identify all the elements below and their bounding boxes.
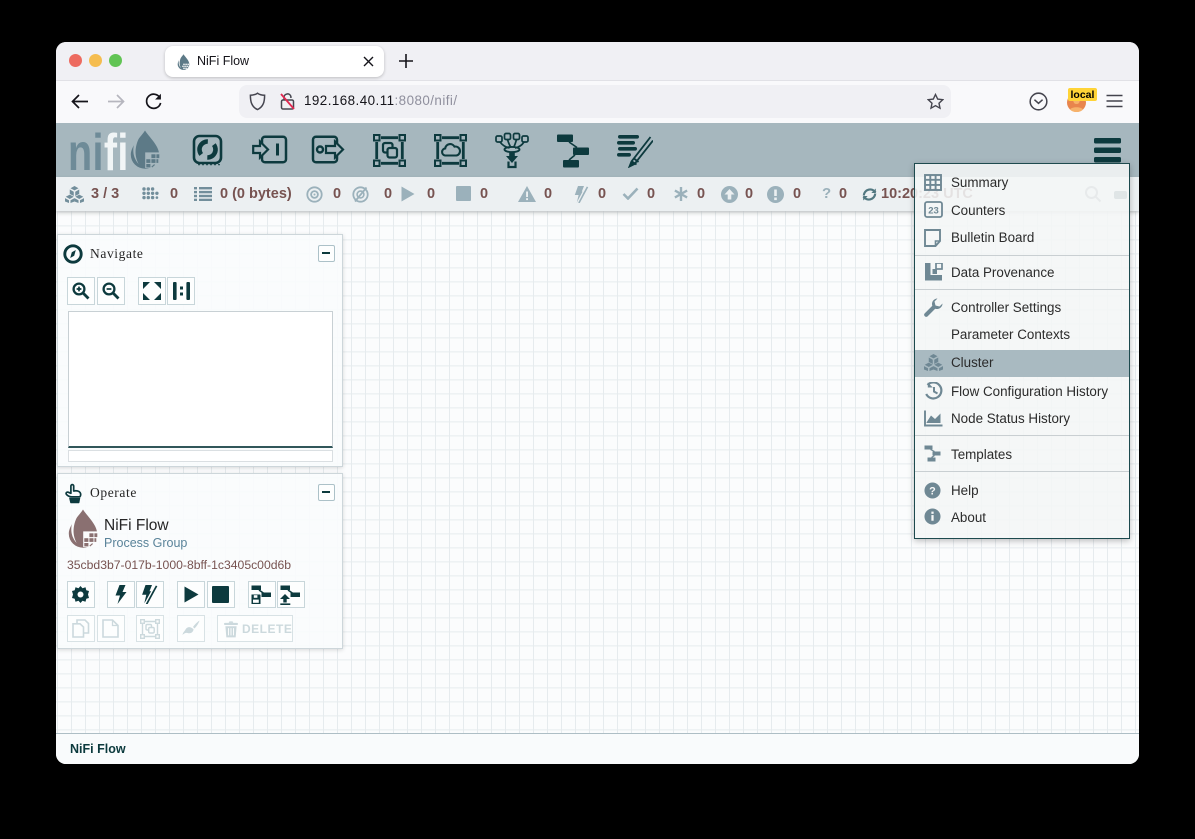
svg-text:?: ? (929, 485, 936, 497)
svg-text:23: 23 (928, 206, 939, 217)
